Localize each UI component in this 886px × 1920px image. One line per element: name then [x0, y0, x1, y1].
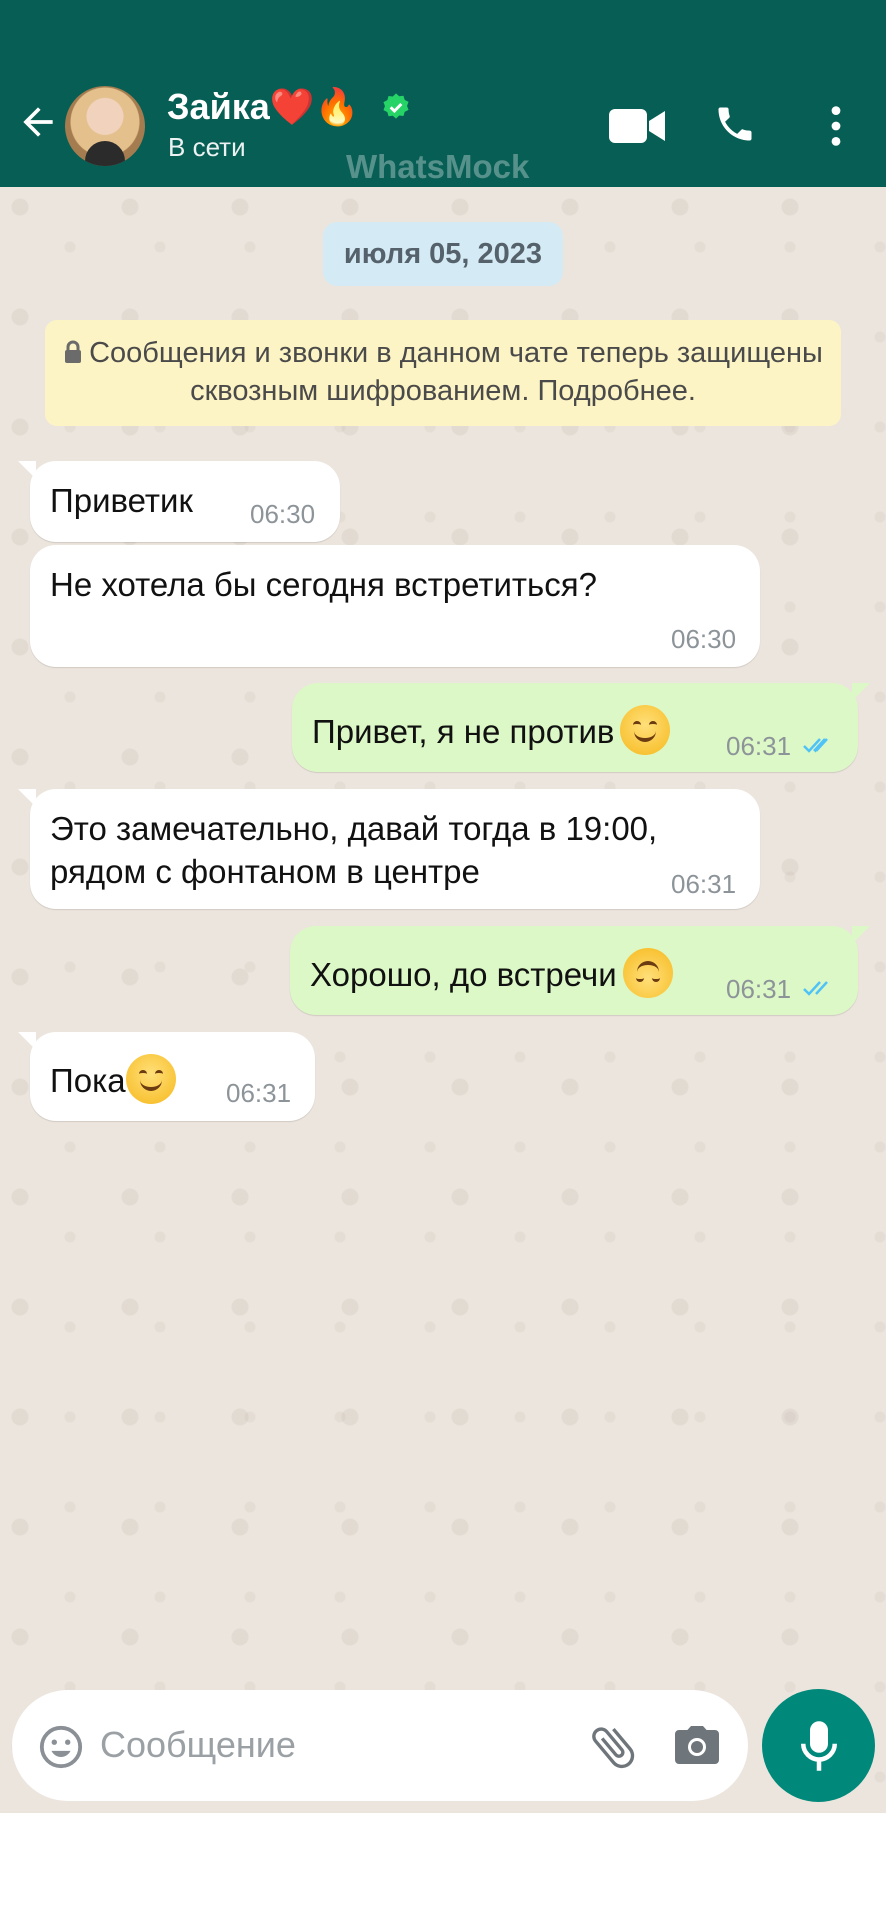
message-bubble-incoming[interactable]: Пока 06:31 — [18, 1032, 315, 1121]
video-call-icon[interactable] — [609, 107, 665, 145]
contact-status: В сети — [168, 132, 246, 162]
encryption-notice-text: Сообщения и звонки в данном чате теперь … — [89, 337, 823, 407]
encryption-notice[interactable]: Сообщения и звонки в данном чате теперь … — [45, 320, 841, 426]
message-bubble-incoming[interactable]: Не хотела бы сегодня встретиться? 06:30 — [30, 545, 760, 667]
date-separator: июля 05, 2023 — [323, 222, 563, 286]
message-bubble-outgoing[interactable]: Хорошо, до встречи 06:31 — [290, 926, 870, 1015]
message-time: 06:31 — [726, 974, 792, 1004]
more-options-icon[interactable] — [825, 104, 847, 148]
message-time: 06:31 — [671, 869, 737, 899]
smiling-face-icon — [125, 1054, 176, 1104]
bubble-tail — [18, 1032, 36, 1050]
message-input[interactable] — [100, 1712, 570, 1778]
message-time: 06:30 — [671, 624, 737, 654]
bubble-tail — [18, 461, 36, 479]
message-text: Пока — [50, 1054, 176, 1104]
message-text: Приветик — [50, 482, 193, 519]
microphone-icon — [801, 1721, 837, 1771]
message-text-content: Хорошо, до встречи — [310, 956, 617, 993]
bubble-tail — [852, 926, 870, 944]
message-bubble-incoming[interactable]: Приветик 06:30 — [18, 461, 340, 542]
message-text: Привет, я не против — [312, 705, 671, 755]
app-watermark: WhatsMock — [346, 148, 530, 185]
smiling-face-icon — [620, 705, 671, 755]
message-text-content: Привет, я не против — [312, 713, 615, 750]
message-time: 06:30 — [250, 499, 316, 529]
verified-badge-icon — [383, 93, 409, 119]
message-text-content: Пока — [50, 1062, 126, 1099]
bubble-tail — [852, 683, 870, 701]
contact-avatar[interactable] — [65, 86, 145, 166]
message-text: Хорошо, до встречи — [310, 948, 673, 998]
voice-call-icon[interactable] — [713, 102, 757, 146]
chat-area[interactable]: июля 05, 2023 Сообщения и звонки в данно… — [0, 187, 886, 1813]
message-text: Это замечательно, давай тогда в 19:00, р… — [50, 807, 657, 893]
message-bubble-incoming[interactable]: Это замечательно, давай тогда в 19:00, р… — [18, 789, 760, 909]
message-text-line: Это замечательно, давай тогда в 19:00, — [50, 810, 658, 847]
camera-icon[interactable] — [673, 1724, 721, 1766]
emoji-picker-icon[interactable] — [38, 1724, 84, 1770]
contact-name[interactable]: Зайка❤️🔥 — [167, 86, 359, 128]
message-input-bar — [12, 1690, 748, 1801]
attachment-icon[interactable] — [586, 1720, 640, 1774]
back-arrow-icon[interactable] — [16, 100, 60, 144]
bubble-tail — [18, 789, 36, 807]
read-receipt-icon — [803, 981, 828, 996]
chat-header: Зайка❤️🔥 В сети WhatsMock — [0, 0, 886, 187]
message-text: Не хотела бы сегодня встретиться? — [50, 566, 597, 603]
message-text-line: рядом с фонтаном в центре — [50, 853, 480, 890]
message-time: 06:31 — [726, 731, 792, 761]
voice-message-button[interactable] — [762, 1689, 875, 1802]
message-bubble-outgoing[interactable]: Привет, я не против 06:31 — [292, 683, 870, 772]
lock-icon — [65, 340, 82, 363]
upside-down-face-icon — [622, 948, 673, 998]
read-receipt-icon — [803, 738, 828, 753]
message-time: 06:31 — [226, 1078, 292, 1108]
